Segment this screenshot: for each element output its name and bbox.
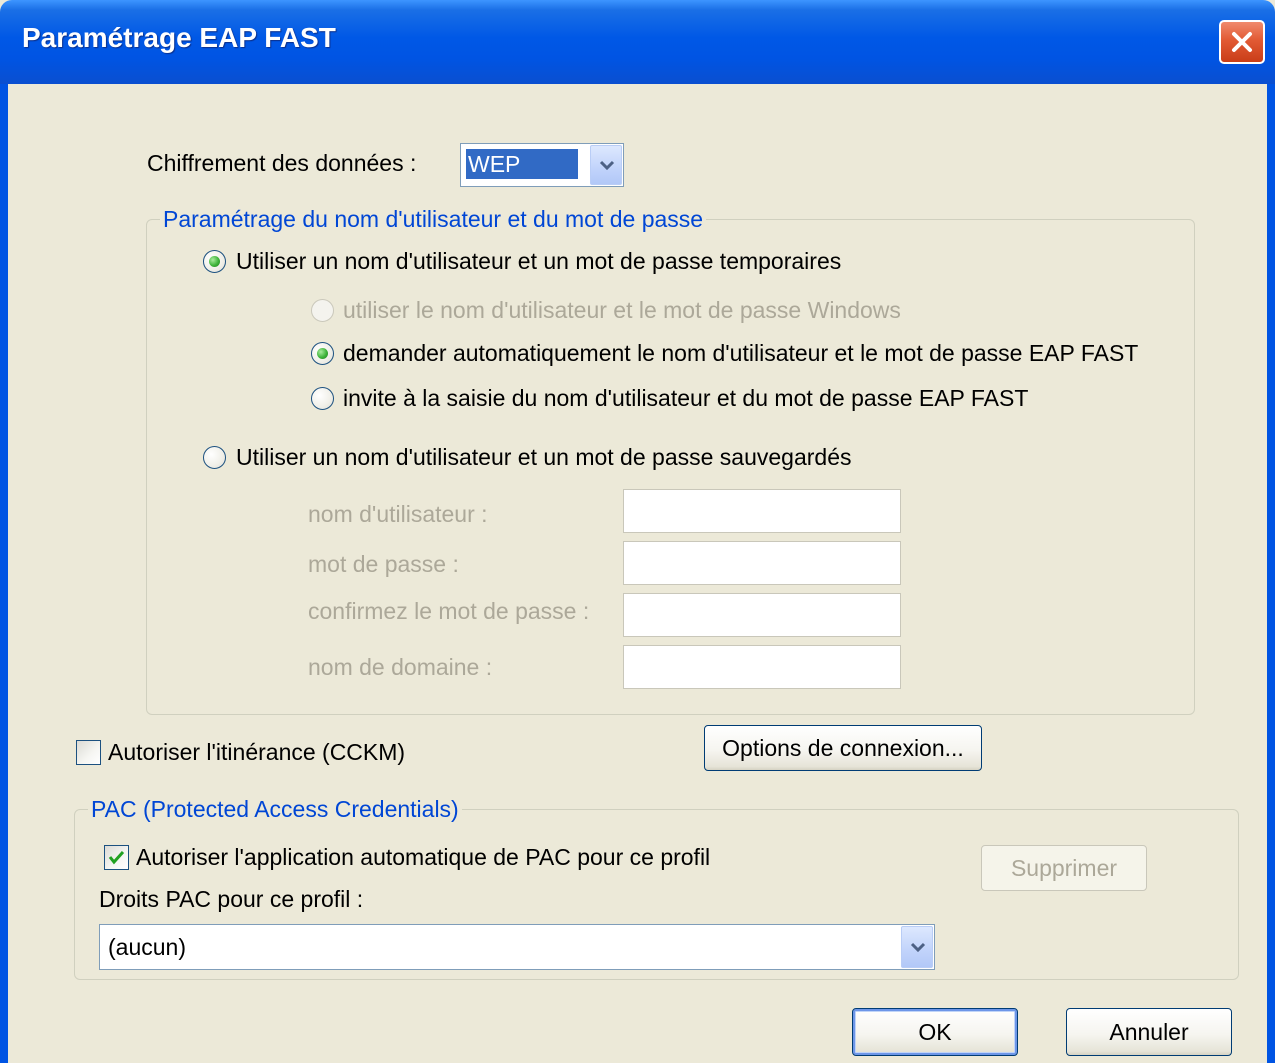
dialog-client-area: Chiffrement des données : WEP Paramétrag… <box>8 84 1267 1063</box>
prompt-eap-credentials-label[interactable]: invite à la saisie du nom d'utilisateur … <box>343 385 1028 412</box>
prompt-eap-credentials-radio[interactable] <box>311 387 334 410</box>
roaming-label[interactable]: Autoriser l'itinérance (CCKM) <box>108 739 405 766</box>
cancel-button[interactable]: Annuler <box>1066 1008 1232 1056</box>
windows-credentials-radio[interactable] <box>311 299 334 322</box>
pac-rights-selected-value: (aucun) <box>108 934 186 960</box>
title-bar[interactable]: Paramétrage EAP FAST <box>0 0 1275 84</box>
password-field[interactable] <box>623 541 901 585</box>
credentials-group-title: Paramétrage du nom d'utilisateur et du m… <box>160 206 707 233</box>
encryption-combobox[interactable]: WEP <box>460 143 624 187</box>
encryption-label: Chiffrement des données : <box>147 150 417 176</box>
saved-credentials-label[interactable]: Utiliser un nom d'utilisateur et un mot … <box>236 444 852 471</box>
dialog-window: Paramétrage EAP FAST Chiffrement des don… <box>0 0 1275 1063</box>
connection-options-button[interactable]: Options de connexion... <box>704 725 982 771</box>
username-field[interactable] <box>623 489 901 533</box>
auto-eap-credentials-label[interactable]: demander automatiquement le nom d'utilis… <box>343 340 1138 367</box>
auto-pac-label[interactable]: Autoriser l'application automatique de P… <box>136 844 710 871</box>
confirm-password-label: confirmez le mot de passe : <box>308 598 590 624</box>
close-button[interactable] <box>1219 20 1265 64</box>
ok-button[interactable]: OK <box>852 1008 1018 1056</box>
temporary-credentials-radio[interactable] <box>203 250 226 273</box>
pac-rights-label: Droits PAC pour ce profil : <box>99 886 364 912</box>
encryption-selected-value: WEP <box>466 149 578 179</box>
chevron-down-icon <box>910 942 926 952</box>
window-frame-right <box>1267 84 1275 1063</box>
windows-credentials-label[interactable]: utiliser le nom d'utilisateur et le mot … <box>343 297 901 324</box>
encryption-dropdown-button[interactable] <box>590 145 622 185</box>
auto-pac-checkbox[interactable] <box>104 845 129 870</box>
chevron-down-icon <box>599 160 615 170</box>
pac-group-title: PAC (Protected Access Credentials) <box>88 796 462 823</box>
domain-field[interactable] <box>623 645 901 689</box>
username-label: nom d'utilisateur : <box>308 501 488 527</box>
roaming-checkbox[interactable] <box>76 740 101 765</box>
auto-eap-credentials-radio[interactable] <box>311 342 334 365</box>
confirm-password-field[interactable] <box>623 593 901 637</box>
checkmark-icon <box>108 850 125 865</box>
window-frame-left <box>0 84 8 1063</box>
window-title: Paramétrage EAP FAST <box>22 22 336 53</box>
close-icon <box>1232 32 1252 52</box>
pac-rights-combobox[interactable]: (aucun) <box>99 924 935 970</box>
password-label: mot de passe : <box>308 551 459 577</box>
domain-label: nom de domaine : <box>308 654 493 680</box>
saved-credentials-radio[interactable] <box>203 446 226 469</box>
delete-pac-button[interactable]: Supprimer <box>981 845 1147 891</box>
temporary-credentials-label[interactable]: Utiliser un nom d'utilisateur et un mot … <box>236 248 841 275</box>
pac-rights-dropdown-button[interactable] <box>901 926 933 968</box>
